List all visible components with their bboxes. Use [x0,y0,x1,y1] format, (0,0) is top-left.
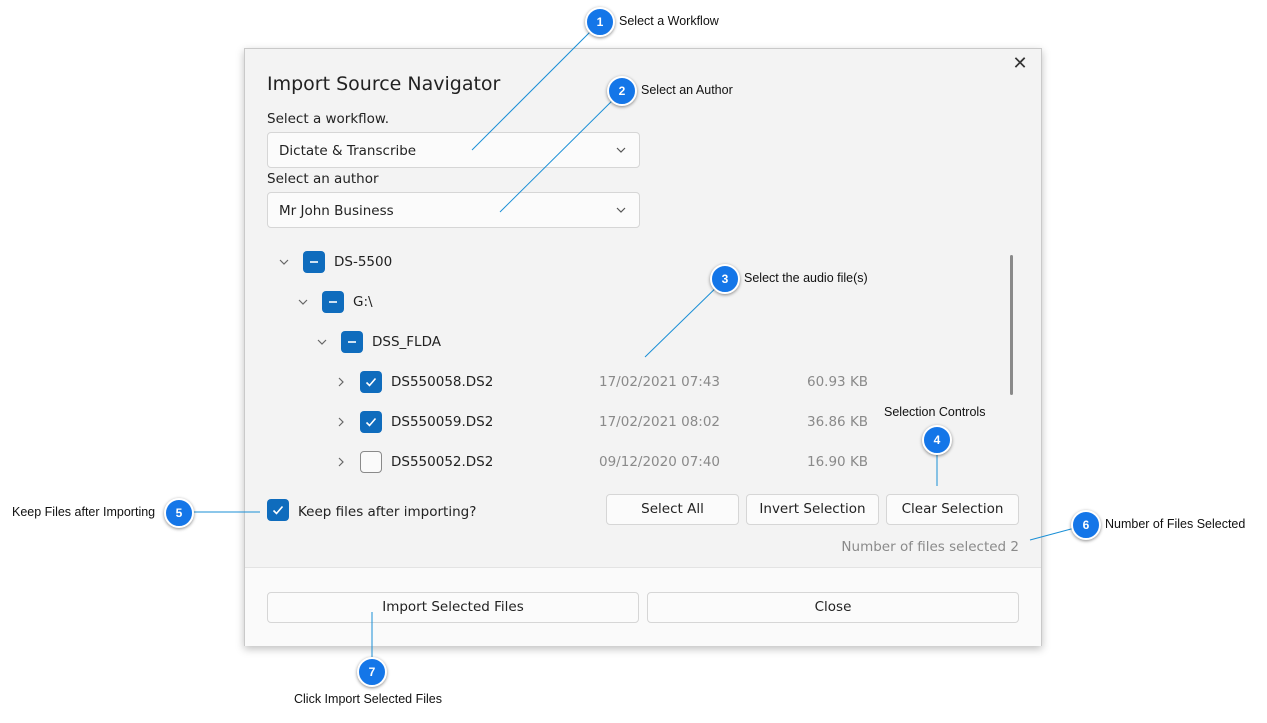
callout-badge-4: 4 [922,425,952,455]
folder-partial-checkbox[interactable] [341,331,363,353]
chevron-right-icon[interactable] [335,376,347,388]
chevron-down-icon[interactable] [278,256,290,268]
callout-text-2: Select an Author [641,83,733,97]
device-partial-checkbox[interactable] [303,251,325,273]
callout-text-3: Select the audio file(s) [744,271,868,285]
callout-badge-7: 7 [357,657,387,687]
import-source-navigator-dialog: ✕ Import Source Navigator Select a workf… [244,48,1042,646]
callout-badge-3: 3 [710,264,740,294]
file-name: DS550059.DS2 [391,414,494,430]
import-selected-files-button[interactable]: Import Selected Files [267,592,639,623]
chevron-down-icon[interactable] [297,296,309,308]
close-button[interactable]: Close [647,592,1019,623]
chevron-down-icon[interactable] [316,336,328,348]
author-value: Mr John Business [279,203,394,219]
callout-badge-1: 1 [585,7,615,37]
file-size: 36.86 KB [807,414,869,430]
author-dropdown[interactable]: Mr John Business [267,192,640,228]
drive-partial-checkbox[interactable] [322,291,344,313]
tree-scrollbar[interactable] [1010,255,1013,395]
file-date: 09/12/2020 07:40 [599,454,721,470]
workflow-label: Select a workflow. [267,111,390,127]
file-name: DS550052.DS2 [391,454,494,470]
file-checkbox-unchecked[interactable] [360,451,382,473]
callout-badge-6: 6 [1071,510,1101,540]
file-date: 17/02/2021 08:02 [599,414,721,430]
device-label: DS-5500 [334,254,393,270]
callout-text-4: Selection Controls [884,405,986,419]
select-all-button[interactable]: Select All [606,494,739,525]
tree-node-drive[interactable]: G:\ [294,288,974,316]
chevron-down-icon [616,147,626,153]
chevron-down-icon [616,207,626,213]
file-checkbox-checked[interactable] [360,411,382,433]
chevron-right-icon[interactable] [335,456,347,468]
drive-label: G:\ [353,294,373,310]
callout-text-1: Select a Workflow [619,14,719,28]
keep-files-checkbox[interactable] [267,499,289,521]
callout-text-7: Click Import Selected Files [294,692,442,706]
file-size: 16.90 KB [807,454,869,470]
file-row[interactable]: DS550058.DS2 17/02/2021 07:43 60.93 KB [332,368,992,396]
dialog-footer: Import Selected Files Close [245,567,1041,646]
tree-node-device[interactable]: DS-5500 [275,248,975,276]
file-row[interactable]: DS550052.DS2 09/12/2020 07:40 16.90 KB [332,448,992,476]
callout-text-6: Number of Files Selected [1105,517,1246,531]
keep-files-label: Keep files after importing? [298,504,477,520]
callout-text-5: Keep Files after Importing [12,505,156,519]
tree-node-folder[interactable]: DSS_FLDA [313,328,973,356]
workflow-value: Dictate & Transcribe [279,143,417,159]
chevron-right-icon[interactable] [335,416,347,428]
files-selected-count: Number of files selected 2 [841,539,1019,555]
workflow-dropdown[interactable]: Dictate & Transcribe [267,132,640,168]
file-size: 60.93 KB [807,374,869,390]
close-icon[interactable]: ✕ [1011,55,1029,73]
callout-badge-5: 5 [164,498,194,528]
file-name: DS550058.DS2 [391,374,494,390]
dialog-title: Import Source Navigator [267,73,501,95]
invert-selection-button[interactable]: Invert Selection [746,494,879,525]
callout-badge-2: 2 [607,76,637,106]
folder-label: DSS_FLDA [372,334,441,350]
file-checkbox-checked[interactable] [360,371,382,393]
file-date: 17/02/2021 07:43 [599,374,721,390]
author-label: Select an author [267,171,379,187]
clear-selection-button[interactable]: Clear Selection [886,494,1019,525]
